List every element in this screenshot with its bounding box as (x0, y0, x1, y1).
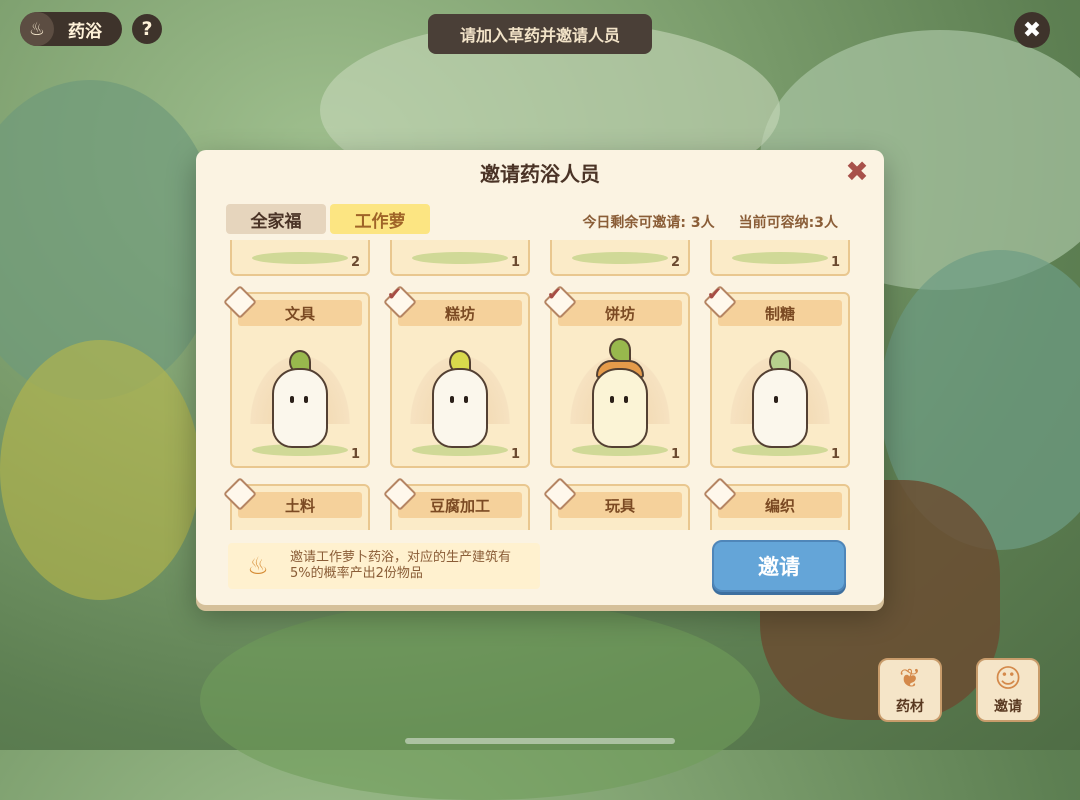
invite-info: 今日剩余可邀请: 3人 当前可容纳:3人 (582, 212, 838, 232)
worker-grid[interactable]: 2 1 2 1 文具 1 糕坊 ✔ 1 饼坊 ✔ 1 制糖 ✔ 1 土料 豆腐加… (216, 240, 864, 530)
herbs-label: 药材 (896, 699, 924, 715)
title-pill: ♨ 药浴 (20, 12, 122, 46)
add-worker-icon: ☺ (994, 664, 1022, 694)
eye (774, 396, 778, 403)
tab-family[interactable]: 全家福 (226, 204, 326, 234)
close-screen-button[interactable]: ✖ (1014, 12, 1050, 48)
worker-card-partial[interactable]: 1 (710, 240, 850, 276)
tab-workers[interactable]: 工作萝 (330, 204, 430, 234)
home-indicator (405, 738, 675, 744)
eye (464, 396, 468, 403)
bath-tub-icon: ♨ (247, 552, 269, 580)
radish-character-icon (752, 368, 808, 448)
worker-card-bakery[interactable]: 糕坊 ✔ 1 (383, 284, 530, 468)
instruction-banner: 请加入草药并邀请人员 (428, 14, 652, 54)
effect-note-text: 邀请工作萝卜药浴，对应的生产建筑有5%的概率产出2份物品 (290, 550, 512, 581)
worker-count: 1 (670, 447, 680, 462)
worker-card-stationery[interactable]: 文具 1 (223, 285, 370, 468)
worker-card-partial[interactable]: 1 (390, 240, 530, 276)
invite-side-button[interactable]: ☺ 邀请 (976, 658, 1040, 722)
ground-patch (572, 252, 668, 264)
effect-note: ♨ 邀请工作萝卜药浴，对应的生产建筑有5%的概率产出2份物品 (228, 543, 540, 589)
bath-logo-icon: ♨ (20, 12, 54, 46)
worker-card-clay[interactable]: 土料 (223, 477, 370, 530)
worker-count: 2 (670, 255, 680, 270)
card-label: 文具 (238, 300, 362, 326)
eye (624, 396, 628, 403)
help-button[interactable]: ? (132, 14, 162, 44)
checkmark-icon: ✔ (707, 284, 723, 305)
capacity: 当前可容纳:3人 (738, 215, 838, 231)
worker-count: 1 (830, 447, 840, 462)
invite-panel: 邀请药浴人员 ✖ 全家福 工作萝 今日剩余可邀请: 3人 当前可容纳:3人 2 … (196, 150, 884, 605)
worker-card-partial[interactable]: 2 (230, 240, 370, 276)
herb-icon: ❦ (899, 664, 921, 694)
worker-card-partial[interactable]: 2 (550, 240, 690, 276)
card-label: 土料 (238, 492, 362, 518)
background-tree (0, 340, 200, 600)
page-title: 药浴 (68, 21, 102, 42)
eye (610, 396, 614, 403)
card-label: 玩具 (558, 492, 682, 518)
worker-count: 1 (510, 255, 520, 270)
worker-card-sugar[interactable]: 制糖 ✔ 1 (703, 284, 850, 468)
ground-patch (412, 252, 508, 264)
invite-side-label: 邀请 (994, 699, 1022, 715)
top-left-header: ♨ 药浴 ? (20, 12, 162, 46)
tab-bar: 全家福 工作萝 (226, 204, 430, 234)
ground-patch (732, 252, 828, 264)
eye (304, 396, 308, 403)
worker-card-toys[interactable]: 玩具 (543, 477, 690, 530)
radish-character-icon (272, 368, 328, 448)
card-label: 糕坊 (398, 300, 522, 326)
panel-close-button[interactable]: ✖ (844, 156, 870, 188)
panel-title: 邀请药浴人员 (480, 162, 600, 186)
worker-count: 1 (510, 447, 520, 462)
eye (450, 396, 454, 403)
eye (290, 396, 294, 403)
card-label: 制糖 (718, 300, 842, 326)
checkmark-icon: ✔ (387, 284, 403, 305)
radish-character-icon (592, 368, 648, 448)
invite-button[interactable]: 邀请 (712, 540, 846, 592)
worker-card-pastry[interactable]: 饼坊 ✔ 1 (543, 284, 690, 468)
card-label: 编织 (718, 492, 842, 518)
worker-card-weaving[interactable]: 编织 (703, 477, 850, 530)
worker-count: 1 (350, 447, 360, 462)
radish-character-icon (432, 368, 488, 448)
background-ground (200, 600, 760, 800)
card-label: 豆腐加工 (398, 492, 522, 518)
radish-leaf-icon (609, 338, 631, 362)
card-label: 饼坊 (558, 300, 682, 326)
remaining-invites: 今日剩余可邀请: 3人 (582, 215, 715, 231)
worker-count: 2 (350, 255, 360, 270)
worker-count: 1 (830, 255, 840, 270)
ground-patch (252, 252, 348, 264)
checkmark-icon: ✔ (547, 284, 563, 305)
herbs-button[interactable]: ❦ 药材 (878, 658, 942, 722)
worker-card-tofu[interactable]: 豆腐加工 (383, 477, 530, 530)
